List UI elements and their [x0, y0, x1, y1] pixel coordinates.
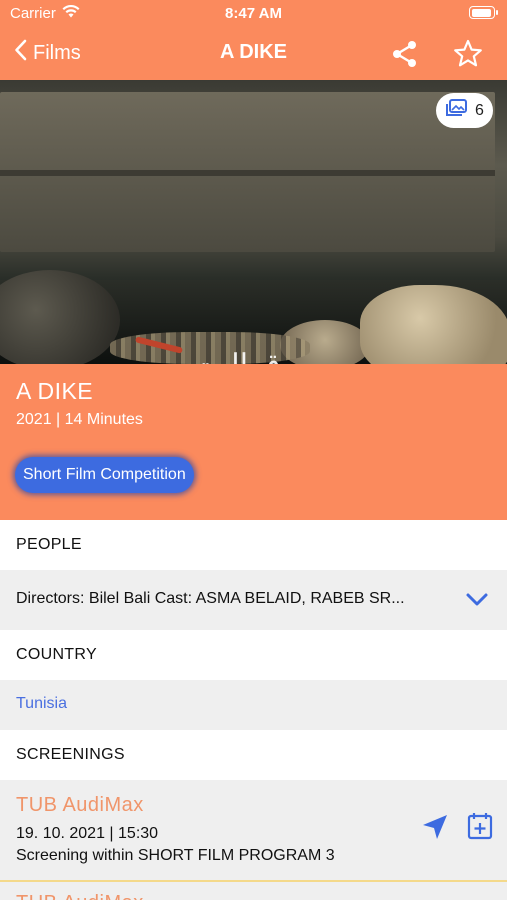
- calendar-add-icon: [467, 813, 493, 840]
- navigate-button[interactable]: [420, 812, 450, 847]
- film-still-caption: ـو ق الـت: [0, 348, 507, 364]
- screening-venue[interactable]: TUB AudiMax: [16, 892, 144, 900]
- screening-venue[interactable]: TUB AudiMax: [16, 794, 144, 817]
- battery-icon: [469, 6, 498, 19]
- gallery-count: 6: [475, 101, 484, 119]
- film-title: A DIKE: [16, 378, 94, 404]
- share-button[interactable]: [390, 39, 420, 74]
- people-header: PEOPLE: [0, 520, 507, 570]
- chevron-down-icon[interactable]: [465, 592, 489, 613]
- screening-item[interactable]: TUB AudiMax: [0, 882, 507, 900]
- screening-program: Screening within SHORT FILM PROGRAM 3: [16, 847, 335, 864]
- status-bar: Carrier 8:47 AM: [0, 0, 507, 28]
- screening-item[interactable]: TUB AudiMax 19. 10. 2021 | 15:30 Screeni…: [0, 780, 507, 880]
- screening-datetime: 19. 10. 2021 | 15:30: [16, 825, 159, 842]
- people-credits: Directors: Bilel Bali Cast: ASMA BELAID,…: [16, 590, 405, 607]
- film-still-image[interactable]: ـو ق الـت: [0, 80, 507, 364]
- gallery-icon: [445, 99, 468, 122]
- film-info-panel: A DIKE 2021 | 14 Minutes Short Film Comp…: [0, 364, 507, 520]
- star-icon: [454, 39, 482, 67]
- country-link[interactable]: Tunisia: [16, 695, 67, 713]
- gallery-count-badge[interactable]: 6: [436, 93, 493, 128]
- navigation-bar: Films A DIKE: [0, 28, 507, 80]
- back-button[interactable]: Films: [14, 39, 81, 67]
- country-header: COUNTRY: [0, 630, 507, 680]
- chevron-left-icon: [14, 39, 27, 67]
- share-icon: [393, 41, 416, 67]
- favorite-button[interactable]: [452, 38, 484, 75]
- add-to-calendar-button[interactable]: [467, 812, 493, 845]
- people-row[interactable]: Directors: Bilel Bali Cast: ASMA BELAID,…: [0, 570, 507, 630]
- navigation-arrow-icon: [423, 815, 447, 839]
- film-year-duration: 2021 | 14 Minutes: [16, 411, 143, 428]
- country-row: Tunisia: [0, 680, 507, 730]
- back-label: Films: [33, 41, 81, 64]
- screenings-header: SCREENINGS: [0, 730, 507, 780]
- competition-tag-button[interactable]: Short Film Competition: [15, 457, 194, 493]
- status-time: 8:47 AM: [225, 5, 282, 22]
